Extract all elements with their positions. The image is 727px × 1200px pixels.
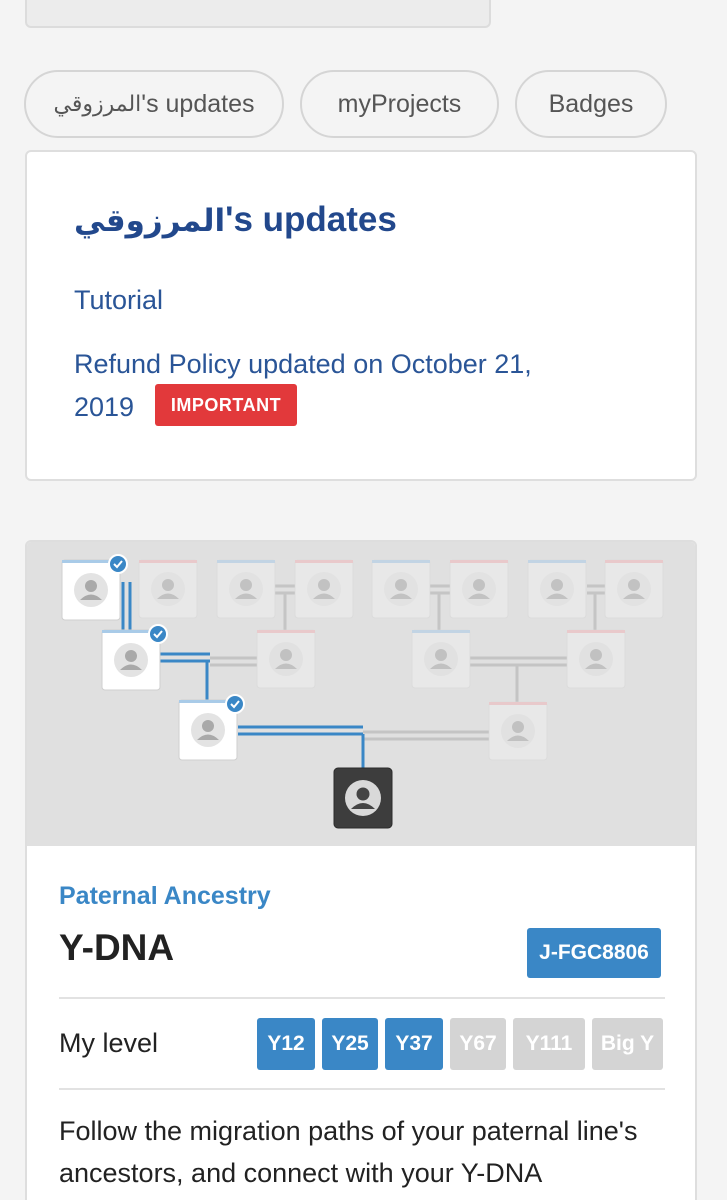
tab-updates[interactable]: المرزوقي's updates [24,70,284,138]
tree-svg [61,554,664,829]
previous-card-edge [25,0,491,28]
paternal-ancestry-label: Paternal Ancestry [59,882,271,910]
ydna-card[interactable]: Paternal Ancestry Y-DNA J-FGC8806 My lev… [25,540,697,1200]
ancestry-tree-illustration [27,542,695,846]
updates-title-name: المرزوقي [74,203,226,239]
refund-policy-link[interactable]: Refund Policy updated on October 21, 201… [74,343,594,429]
level-y111[interactable]: Y111 [513,1018,585,1070]
updates-card: المرزوقي's updates Tutorial Refund Polic… [25,150,697,481]
tab-badges-label: Badges [548,89,634,118]
divider [59,997,665,999]
updates-card-title: المرزوقي's updates [74,200,397,240]
ydna-description: Follow the migration paths of your pater… [59,1116,638,1188]
important-badge: IMPORTANT [155,384,297,426]
level-y37[interactable]: Y37 [385,1018,443,1070]
level-big-y[interactable]: Big Y [592,1018,663,1070]
updates-title-suffix: 's updates [225,200,397,239]
tab-updates-name: المرزوقي [53,91,142,117]
level-y67[interactable]: Y67 [450,1018,506,1070]
level-y12[interactable]: Y12 [257,1018,315,1070]
tab-badges[interactable]: Badges [515,70,667,138]
tab-updates-suffix: 's updates [141,89,255,118]
my-level-label: My level [59,1028,159,1058]
tab-myprojects[interactable]: myProjects [300,70,499,138]
divider [59,1088,665,1090]
tutorial-link[interactable]: Tutorial [74,285,163,316]
ydna-title: Y-DNA [59,927,175,968]
level-y25[interactable]: Y25 [322,1018,378,1070]
haplogroup-badge[interactable]: J-FGC8806 [527,928,661,978]
tab-myprojects-label: myProjects [337,89,462,118]
